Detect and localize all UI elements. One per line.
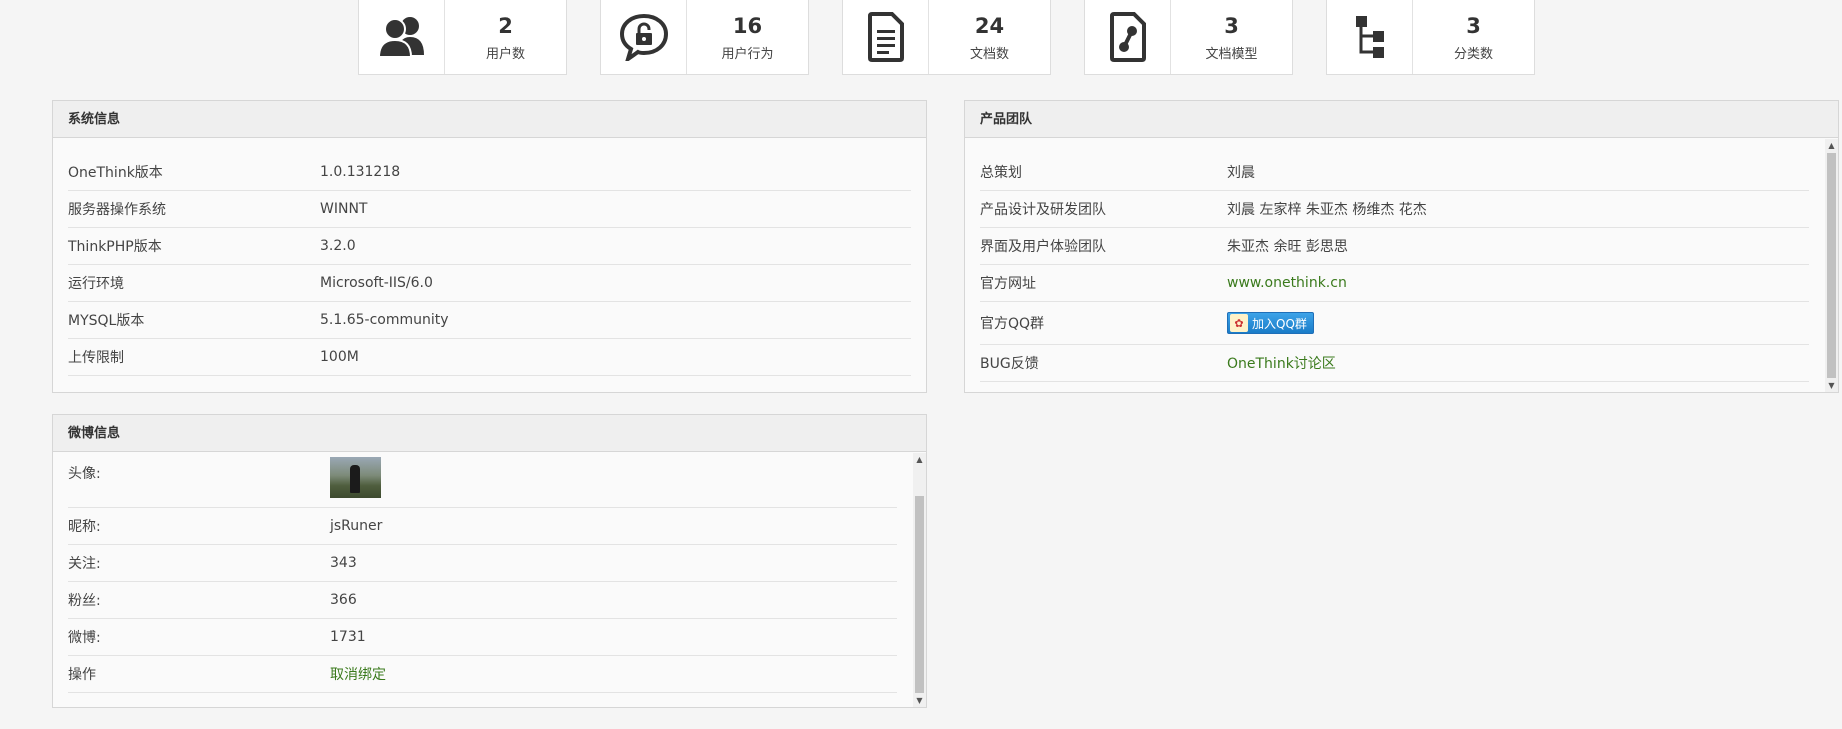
row-key: BUG反馈 xyxy=(980,356,1039,372)
website-link[interactable]: www.onethink.cn xyxy=(1227,275,1347,291)
stat-label: 文档数 xyxy=(969,47,1009,62)
row-value: Microsoft-IIS/6.0 xyxy=(320,275,433,291)
category-tree-icon xyxy=(1327,0,1413,74)
row-value: WINNT xyxy=(320,201,368,217)
table-row: 粉丝: 366 xyxy=(68,582,897,619)
row-key: MYSQL版本 xyxy=(68,313,145,329)
weibo-info-panel: 微博信息 头像: 昵称: jsRuner 关注: 343 粉丝: 366 微博: 173… xyxy=(52,414,927,708)
row-key: ThinkPHP版本 xyxy=(68,239,162,255)
scroll-down-icon[interactable]: ▼ xyxy=(913,694,926,707)
row-value: 100M xyxy=(320,349,359,365)
stat-value: 24 xyxy=(974,14,1005,38)
stat-value: 16 xyxy=(732,14,763,38)
table-row: MYSQL版本 5.1.65-community xyxy=(68,302,911,339)
row-key: 昵称: xyxy=(68,519,101,535)
panel-title: 产品团队 xyxy=(965,101,1838,138)
table-row: 服务器操作系统 WINNT xyxy=(68,191,911,228)
table-row: 关注: 343 xyxy=(68,545,897,582)
row-key: 关注: xyxy=(68,556,101,572)
stat-label: 文档模型 xyxy=(1205,47,1258,62)
stat-card-categories[interactable]: 3 分类数 xyxy=(1326,0,1535,75)
row-key: 头像: xyxy=(68,466,101,482)
row-value: 刘晨 左家梓 朱亚杰 杨维杰 花杰 xyxy=(1227,202,1427,218)
table-row: 头像: xyxy=(68,453,897,508)
row-value: 5.1.65-community xyxy=(320,312,449,328)
table-row: 产品设计及研发团队 刘晨 左家梓 朱亚杰 杨维杰 花杰 xyxy=(980,191,1809,228)
row-key: 界面及用户体验团队 xyxy=(980,239,1106,255)
stat-card-documents[interactable]: 24 文档数 xyxy=(842,0,1051,75)
row-key: 上传限制 xyxy=(68,350,124,366)
stat-value: 3 xyxy=(1224,14,1239,38)
table-row: OneThink版本 1.0.131218 xyxy=(68,154,911,191)
stat-card-user-actions[interactable]: 16 用户行为 xyxy=(600,0,809,75)
row-key: OneThink版本 xyxy=(68,165,163,181)
scroll-up-icon[interactable]: ▲ xyxy=(1825,139,1838,152)
row-value: 366 xyxy=(330,592,357,608)
row-key: 运行环境 xyxy=(68,276,124,292)
panel-title: 系统信息 xyxy=(53,101,926,138)
row-value: 1731 xyxy=(330,629,366,645)
row-key: 总策划 xyxy=(980,165,1022,181)
stat-card-users[interactable]: 2 用户数 xyxy=(358,0,567,75)
row-key: 官方网址 xyxy=(980,276,1036,292)
row-key: 操作 xyxy=(68,667,96,683)
scrollbar[interactable]: ▲ ▼ xyxy=(913,453,926,707)
users-icon xyxy=(359,0,445,74)
stat-label: 分类数 xyxy=(1453,47,1493,62)
document-icon xyxy=(843,0,929,74)
table-row: 总策划 刘晨 xyxy=(980,154,1809,191)
product-team-panel: 产品团队 总策划 刘晨 产品设计及研发团队 刘晨 左家梓 朱亚杰 杨维杰 花杰 界面… xyxy=(964,100,1839,393)
row-key: 官方QQ群 xyxy=(980,316,1045,332)
system-info-panel: 系统信息 OneThink版本 1.0.131218 服务器操作系统 WINNT T… xyxy=(52,100,927,393)
table-row: 官方网址 www.onethink.cn xyxy=(980,265,1809,302)
table-row: ThinkPHP版本 3.2.0 xyxy=(68,228,911,265)
row-value: 1.0.131218 xyxy=(320,164,401,180)
table-row: 官方QQ群 ✿ 加入QQ群 xyxy=(980,302,1809,345)
stat-value: 2 xyxy=(498,14,513,38)
scroll-down-icon[interactable]: ▼ xyxy=(1825,379,1838,392)
qq-icon: ✿ xyxy=(1230,314,1248,332)
bug-feedback-link[interactable]: OneThink讨论区 xyxy=(1227,353,1336,373)
row-value: 3.2.0 xyxy=(320,238,356,254)
table-row: 微博: 1731 xyxy=(68,619,897,656)
row-value: jsRuner xyxy=(330,518,383,534)
stat-label: 用户数 xyxy=(485,47,525,62)
table-row: 运行环境 Microsoft-IIS/6.0 xyxy=(68,265,911,302)
table-row: 界面及用户体验团队 朱亚杰 余旺 彭思思 xyxy=(980,228,1809,265)
table-row: 操作 取消绑定 xyxy=(68,656,897,693)
panel-title: 微博信息 xyxy=(53,415,926,452)
scroll-up-icon[interactable]: ▲ xyxy=(913,453,926,466)
document-model-icon xyxy=(1085,0,1171,74)
table-row: 上传限制 100M xyxy=(68,339,911,376)
row-value: 刘晨 xyxy=(1227,165,1255,181)
row-key: 粉丝: xyxy=(68,593,101,609)
table-row: BUG反馈 OneThink讨论区 xyxy=(980,345,1809,382)
scrollbar-thumb[interactable] xyxy=(1827,153,1836,378)
lock-chat-icon xyxy=(601,0,687,74)
row-key: 微博: xyxy=(68,630,101,646)
row-key: 服务器操作系统 xyxy=(68,202,166,218)
stat-card-document-models[interactable]: 3 文档模型 xyxy=(1084,0,1293,75)
row-value: 朱亚杰 余旺 彭思思 xyxy=(1227,239,1348,255)
scrollbar-thumb[interactable] xyxy=(915,496,924,693)
table-row: 昵称: jsRuner xyxy=(68,508,897,545)
avatar xyxy=(330,457,381,498)
join-qq-group-button[interactable]: ✿ 加入QQ群 xyxy=(1227,312,1314,334)
unbind-link[interactable]: 取消绑定 xyxy=(330,664,386,684)
row-key: 产品设计及研发团队 xyxy=(980,202,1106,218)
row-value: 343 xyxy=(330,555,357,571)
stat-value: 3 xyxy=(1466,14,1481,38)
qq-button-label: 加入QQ群 xyxy=(1252,316,1307,331)
stat-label: 用户行为 xyxy=(721,47,774,62)
scrollbar[interactable]: ▲ ▼ xyxy=(1825,139,1838,392)
